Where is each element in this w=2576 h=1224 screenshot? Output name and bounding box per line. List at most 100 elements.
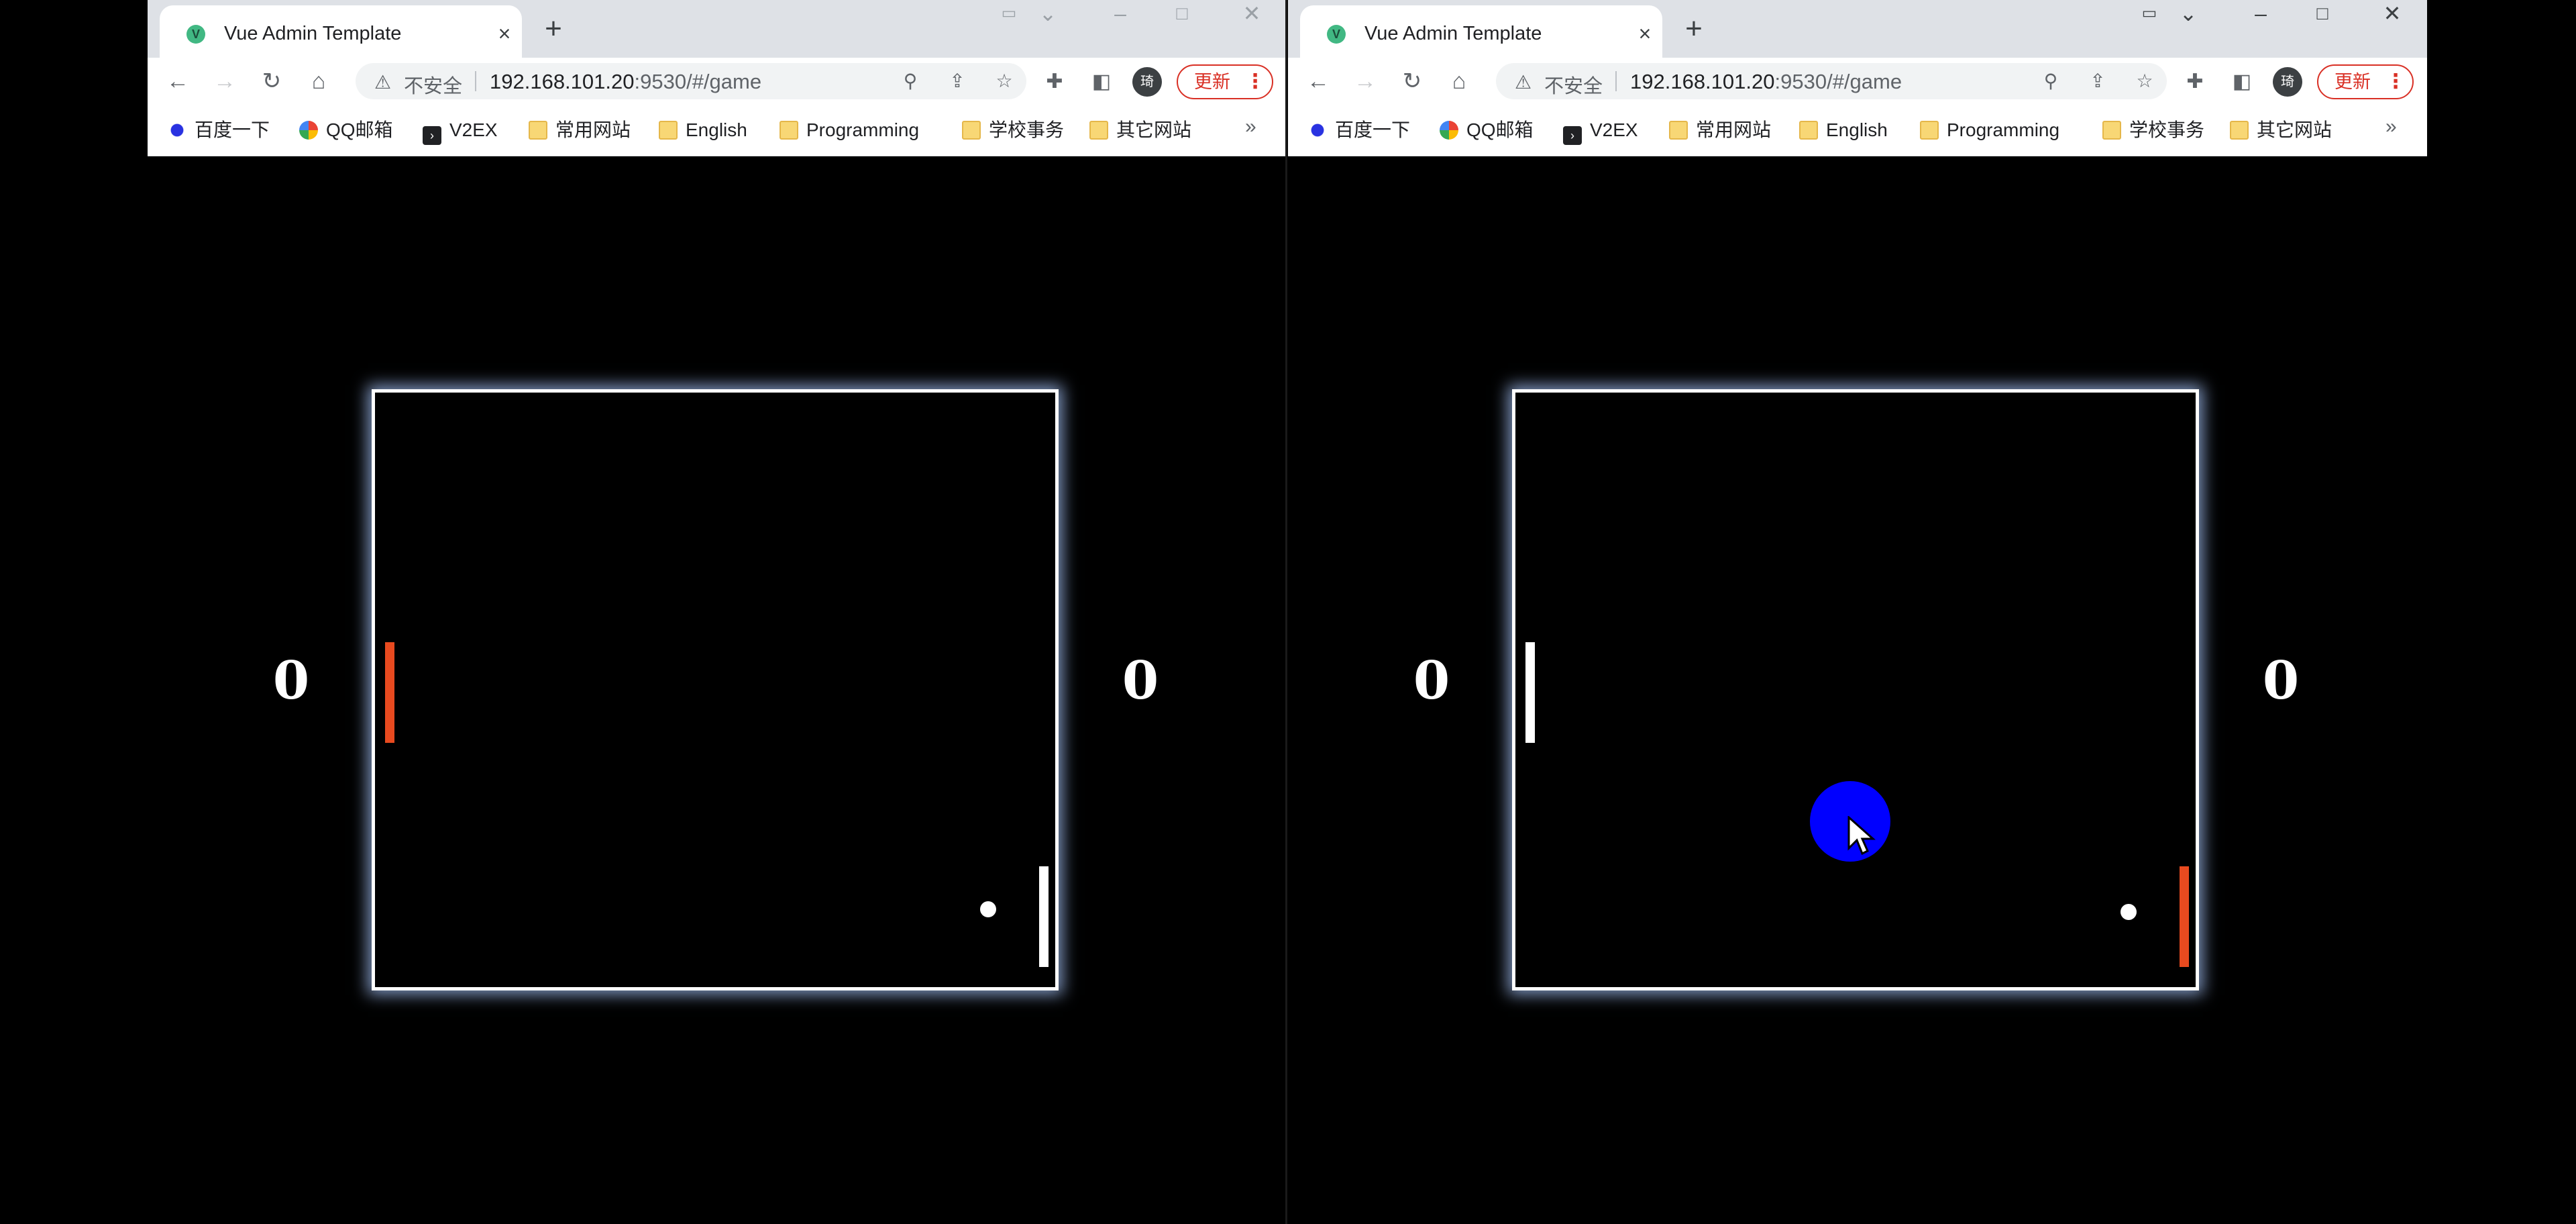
security-label: 不安全 <box>1544 76 1603 97</box>
bookmark-star-icon[interactable]: ☆ <box>991 68 1017 94</box>
bookmarks-bar: 百度一下 QQ邮箱 › V2EX 常用网站 English Programming… <box>148 105 1287 156</box>
bookmark-baidu[interactable]: 百度一下 <box>1308 116 1410 144</box>
score-right-player: 0 <box>1122 650 1159 711</box>
update-button[interactable]: 更新 ⋮ <box>2317 64 2414 99</box>
divider <box>475 71 476 91</box>
mouse-cursor-icon <box>1847 816 1876 856</box>
extensions-icon[interactable]: ✚ <box>1040 67 1069 97</box>
bookmark-folder-programming[interactable]: Programming <box>780 116 919 144</box>
title-bar: V Vue Admin Template × + ▭ ⌄ – □ ✕ <box>148 0 1287 58</box>
tab-search-icon[interactable]: ⌄ <box>1033 0 1063 30</box>
warning-icon: ⚠ <box>1515 72 1532 93</box>
game-board[interactable] <box>1512 389 2199 990</box>
bookmarks-overflow-icon[interactable]: » <box>2385 115 2397 138</box>
bookmark-folder-common[interactable]: 常用网站 <box>1669 116 1771 144</box>
qq-mail-icon <box>299 121 318 140</box>
share-icon[interactable]: ⇪ <box>2085 68 2110 94</box>
menu-icon: ⋮ <box>2385 70 2406 93</box>
vue-icon: V <box>1327 25 1346 44</box>
tab-close-icon[interactable]: × <box>1630 19 1660 48</box>
share-icon[interactable]: ⇪ <box>945 68 970 94</box>
ball <box>980 901 996 917</box>
bookmarks-bar: 百度一下 QQ邮箱 › V2EX 常用网站 English Programming… <box>1288 105 2427 156</box>
minimize-button[interactable]: – <box>2241 0 2281 30</box>
zoom-icon[interactable]: ⚲ <box>898 68 923 94</box>
bookmark-folder-programming[interactable]: Programming <box>1920 116 2059 144</box>
forward-icon[interactable]: → <box>1350 66 1381 97</box>
minimize-button[interactable]: – <box>1100 0 1140 30</box>
folder-icon <box>2102 121 2121 140</box>
folder-icon <box>962 121 981 140</box>
back-icon[interactable]: ← <box>162 66 193 97</box>
security-label: 不安全 <box>404 76 463 97</box>
folder-icon <box>659 121 678 140</box>
bookmark-folder-common[interactable]: 常用网站 <box>529 116 631 144</box>
folder-icon <box>1669 121 1688 140</box>
folder-icon <box>529 121 547 140</box>
close-window-button[interactable]: ✕ <box>2372 0 2412 30</box>
bookmark-folder-english[interactable]: English <box>659 116 747 144</box>
bookmark-baidu[interactable]: 百度一下 <box>168 116 270 144</box>
bookmark-qqmail[interactable]: QQ邮箱 <box>299 116 393 144</box>
bookmark-folder-other[interactable]: 其它网站 <box>2230 116 2332 144</box>
bookmark-v2ex[interactable]: › V2EX <box>1563 116 1638 145</box>
url-text[interactable]: 192.168.101.20:9530/#/game <box>490 70 761 94</box>
folder-icon <box>1799 121 1818 140</box>
side-panel-icon[interactable]: ◧ <box>2227 67 2257 97</box>
game-board[interactable] <box>372 389 1059 990</box>
new-tab-button[interactable]: + <box>1677 12 1711 46</box>
browser-tab[interactable]: V Vue Admin Template × <box>160 5 522 58</box>
right-paddle <box>1039 866 1049 967</box>
extensions-icon[interactable]: ✚ <box>2180 67 2210 97</box>
toolbar: ← → ↻ ⌂ ⚠ 不安全 192.168.101.20:9530/#/game… <box>1288 58 2427 105</box>
maximize-button[interactable]: □ <box>2302 0 2343 30</box>
back-icon[interactable]: ← <box>1303 66 1334 97</box>
bookmark-star-icon[interactable]: ☆ <box>2132 68 2157 94</box>
folder-icon <box>780 121 798 140</box>
cast-icon[interactable]: ▭ <box>2135 0 2164 30</box>
tab-search-icon[interactable]: ⌄ <box>2174 0 2203 30</box>
bookmark-v2ex[interactable]: › V2EX <box>423 116 498 145</box>
bookmark-qqmail[interactable]: QQ邮箱 <box>1440 116 1534 144</box>
update-button[interactable]: 更新 ⋮ <box>1177 64 1273 99</box>
forward-icon[interactable]: → <box>209 66 240 97</box>
maximize-button[interactable]: □ <box>1162 0 1202 30</box>
home-icon[interactable]: ⌂ <box>1444 66 1474 97</box>
bookmark-folder-english[interactable]: English <box>1799 116 1888 144</box>
address-bar[interactable]: ⚠ 不安全 192.168.101.20:9530/#/game ⚲ ⇪ ☆ <box>1496 63 2167 99</box>
close-window-button[interactable]: ✕ <box>1232 0 1272 30</box>
window-divider <box>1285 0 1287 1224</box>
ball <box>2121 904 2137 920</box>
cast-icon[interactable]: ▭ <box>994 0 1024 30</box>
score-left-player: 0 <box>1413 650 1450 711</box>
warning-icon: ⚠ <box>374 72 392 93</box>
reload-icon[interactable]: ↻ <box>1397 66 1428 97</box>
qq-mail-icon <box>1440 121 1458 140</box>
side-panel-icon[interactable]: ◧ <box>1087 67 1116 97</box>
profile-avatar[interactable]: 琦 <box>2273 67 2302 97</box>
bookmark-folder-school[interactable]: 学校事务 <box>962 116 1064 144</box>
score-right-player: 0 <box>2262 650 2300 711</box>
home-icon[interactable]: ⌂ <box>303 66 334 97</box>
bookmark-folder-other[interactable]: 其它网站 <box>1089 116 1191 144</box>
browser-window-left: V Vue Admin Template × + ▭ ⌄ – □ ✕ ← → ↻… <box>148 0 1287 156</box>
profile-avatar[interactable]: 琦 <box>1132 67 1162 97</box>
left-paddle <box>385 642 394 743</box>
browser-tab[interactable]: V Vue Admin Template × <box>1300 5 1662 58</box>
right-paddle <box>2180 866 2189 967</box>
folder-icon <box>1920 121 1939 140</box>
address-bar[interactable]: ⚠ 不安全 192.168.101.20:9530/#/game ⚲ ⇪ ☆ <box>356 63 1026 99</box>
zoom-icon[interactable]: ⚲ <box>2038 68 2063 94</box>
new-tab-button[interactable]: + <box>537 12 570 46</box>
browser-window-right: V Vue Admin Template × + ▭ ⌄ – □ ✕ ← → ↻… <box>1288 0 2427 156</box>
divider <box>1615 71 1617 91</box>
url-text[interactable]: 192.168.101.20:9530/#/game <box>1630 70 1902 94</box>
left-paddle <box>1525 642 1535 743</box>
bookmark-folder-school[interactable]: 学校事务 <box>2102 116 2204 144</box>
toolbar: ← → ↻ ⌂ ⚠ 不安全 192.168.101.20:9530/#/game… <box>148 58 1287 105</box>
tab-close-icon[interactable]: × <box>490 19 519 48</box>
menu-icon: ⋮ <box>1245 70 1265 93</box>
bookmarks-overflow-icon[interactable]: » <box>1245 115 1256 138</box>
reload-icon[interactable]: ↻ <box>256 66 287 97</box>
vue-icon: V <box>186 25 205 44</box>
